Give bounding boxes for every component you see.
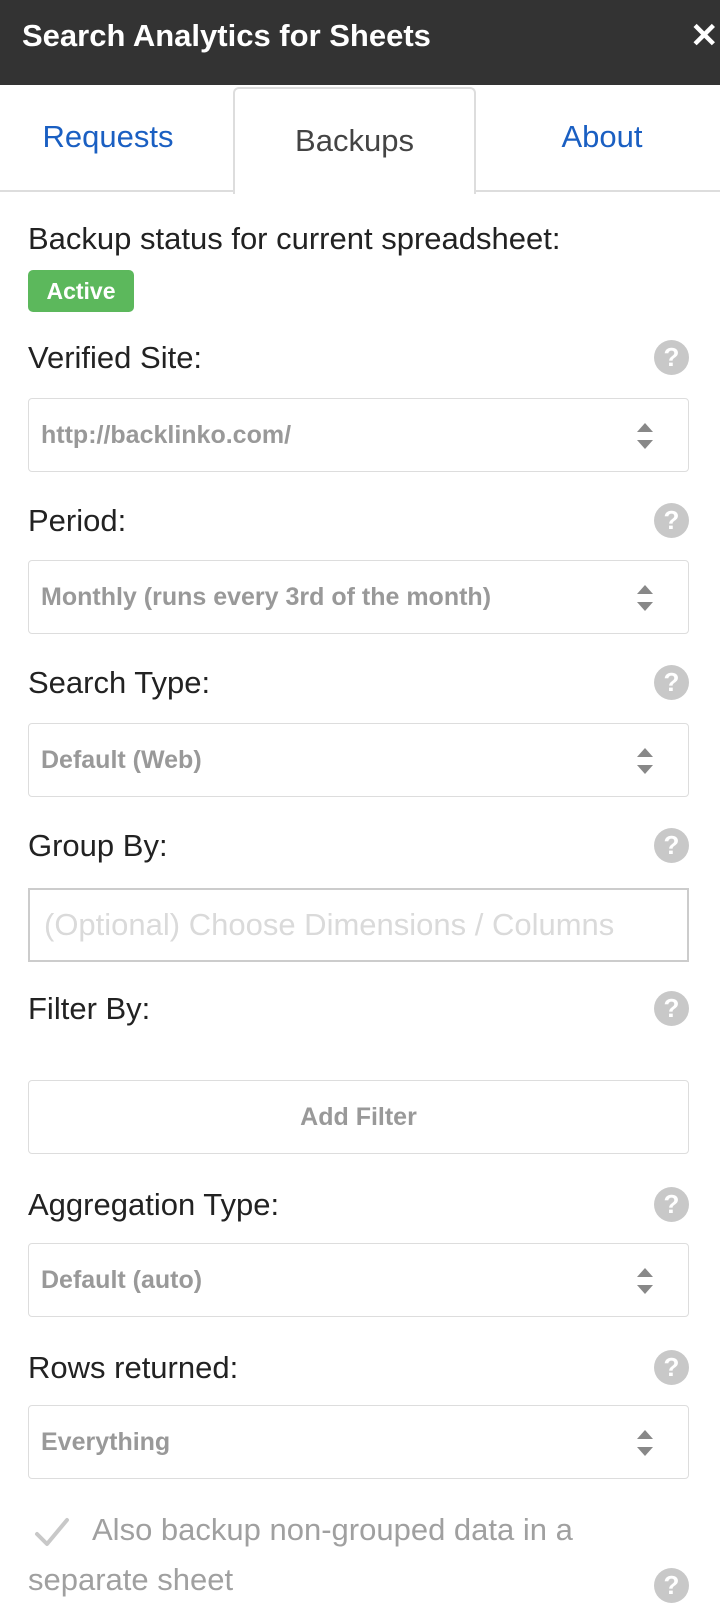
period-select[interactable]: Monthly (runs every 3rd of the month) xyxy=(28,560,689,634)
sort-arrows-icon xyxy=(637,1268,653,1294)
add-filter-button[interactable]: Add Filter xyxy=(28,1080,689,1154)
aggregation-type-value: Default (auto) xyxy=(41,1266,203,1294)
sort-arrows-icon xyxy=(637,423,653,449)
group-by-placeholder: (Optional) Choose Dimensions / Columns xyxy=(44,907,615,942)
verified-site-select[interactable]: http://backlinko.com/ xyxy=(28,398,689,472)
question-circle-icon[interactable]: ? xyxy=(654,1187,689,1222)
nongrouped-option-label-line1: Also backup non-grouped data in a xyxy=(92,1512,573,1547)
rows-returned-label: Rows returned: xyxy=(28,1350,239,1385)
group-by-label: Group By: xyxy=(28,828,168,863)
close-icon[interactable]: ✕ xyxy=(690,16,720,56)
tab-about[interactable]: About xyxy=(490,85,714,190)
question-circle-icon[interactable]: ? xyxy=(654,340,689,375)
verified-site-label: Verified Site: xyxy=(28,340,203,375)
aggregation-type-label: Aggregation Type: xyxy=(28,1187,280,1222)
nongrouped-option-label-line2: separate sheet xyxy=(28,1562,234,1597)
tab-requests[interactable]: Requests xyxy=(0,85,216,190)
question-circle-icon[interactable]: ? xyxy=(654,503,689,538)
group-by-input[interactable]: (Optional) Choose Dimensions / Columns xyxy=(28,888,689,962)
search-type-label: Search Type: xyxy=(28,665,211,700)
question-circle-icon[interactable]: ? xyxy=(654,1350,689,1385)
app-title: Search Analytics for Sheets xyxy=(22,18,431,53)
sort-arrows-icon xyxy=(637,1430,653,1456)
verified-site-value: http://backlinko.com/ xyxy=(41,421,292,449)
period-value: Monthly (runs every 3rd of the month) xyxy=(41,583,492,611)
question-circle-icon[interactable]: ? xyxy=(654,1568,689,1603)
search-type-select[interactable]: Default (Web) xyxy=(28,723,689,797)
sort-arrows-icon xyxy=(637,748,653,774)
aggregation-type-select[interactable]: Default (auto) xyxy=(28,1243,689,1317)
period-label: Period: xyxy=(28,503,127,538)
checkmark-icon[interactable] xyxy=(32,1514,72,1554)
question-circle-icon[interactable]: ? xyxy=(654,828,689,863)
filter-by-label: Filter By: xyxy=(28,991,151,1026)
sort-arrows-icon xyxy=(637,585,653,611)
search-type-value: Default (Web) xyxy=(41,746,202,774)
backup-status-label: Backup status for current spreadsheet: xyxy=(28,221,561,256)
question-circle-icon[interactable]: ? xyxy=(654,991,689,1026)
tab-bar: Requests Backups About xyxy=(0,85,720,194)
question-circle-icon[interactable]: ? xyxy=(654,665,689,700)
status-badge: Active xyxy=(28,270,134,312)
title-bar: Search Analytics for Sheets ✕ xyxy=(0,0,720,85)
tab-backups[interactable]: Backups xyxy=(233,87,476,194)
rows-returned-value: Everything xyxy=(41,1428,171,1456)
rows-returned-select[interactable]: Everything xyxy=(28,1405,689,1479)
nongrouped-option: Also backup non-grouped data in a separa… xyxy=(28,1512,668,1602)
